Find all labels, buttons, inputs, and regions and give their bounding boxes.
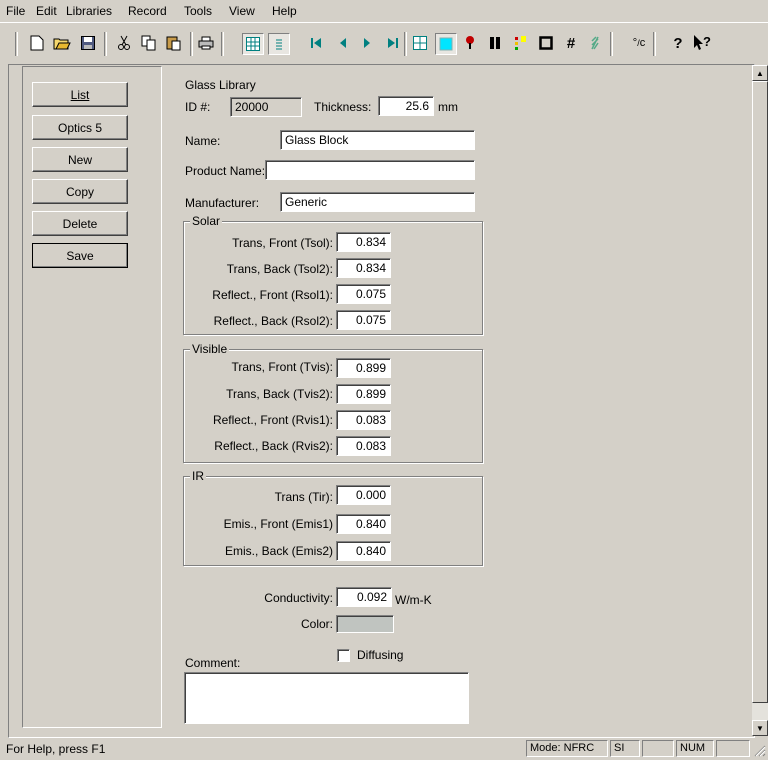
new-icon[interactable] [27, 33, 47, 53]
open-icon[interactable] [52, 33, 72, 53]
id-label: ID #: [185, 100, 211, 114]
conductivity-input[interactable]: 0.092 [336, 587, 392, 607]
temperature-unit-icon[interactable]: ° / c [629, 33, 649, 53]
color-label: Color: [300, 617, 333, 631]
resize-grip-icon[interactable] [752, 743, 766, 757]
rsol1-input[interactable]: 0.075 [336, 284, 391, 304]
hash-icon[interactable]: # [561, 33, 581, 53]
emis1-input[interactable]: 0.840 [336, 514, 391, 534]
name-label: Name: [185, 134, 221, 148]
save-button[interactable]: Save [32, 243, 128, 268]
toolbar-grip [15, 32, 18, 56]
status-scrl [716, 740, 750, 757]
emis2-label: Emis., Back (Emis2) [224, 544, 333, 558]
menu-bar: File Edit Libraries Record Tools View He… [0, 0, 768, 22]
tvis2-label: Trans, Back (Tvis2): [226, 387, 333, 401]
hatch-icon[interactable] [585, 33, 605, 53]
scroll-up-button[interactable]: ▲ [752, 65, 768, 81]
rsol2-label: Reflect., Back (Rsol2): [213, 314, 333, 328]
status-units: SI [610, 740, 640, 757]
emis1-label: Emis., Front (Emis1) [223, 517, 333, 531]
tir-label: Trans (Tir): [274, 490, 333, 504]
svg-text:?: ? [703, 34, 711, 49]
manufacturer-label: Manufacturer: [185, 196, 260, 210]
tvis-input[interactable]: 0.899 [336, 358, 391, 378]
first-record-icon[interactable] [306, 33, 326, 53]
thermal-icon[interactable] [460, 33, 480, 53]
emis2-input[interactable]: 0.840 [336, 541, 391, 561]
context-help-icon[interactable]: ? [692, 33, 712, 53]
ir-group-title: IR [190, 469, 206, 483]
thickness-input[interactable]: 25.6 [378, 96, 434, 116]
frame-icon[interactable] [485, 33, 505, 53]
toolbar: # ° / c ? ? [0, 22, 768, 63]
manufacturer-input[interactable]: Generic [280, 192, 475, 212]
conductivity-unit: W/m-K [395, 593, 432, 607]
product-name-input[interactable] [265, 160, 475, 180]
menu-edit[interactable]: Edit [36, 4, 57, 18]
thickness-unit: mm [438, 100, 458, 114]
diffusing-checkbox[interactable] [337, 649, 350, 662]
save-icon[interactable] [78, 33, 98, 53]
list-button[interactable]: List [32, 82, 128, 107]
list-view-icon[interactable] [268, 33, 290, 55]
visible-group-title: Visible [190, 342, 230, 356]
cut-icon[interactable] [114, 33, 134, 53]
rvis1-input[interactable]: 0.083 [336, 410, 391, 430]
status-help-text: For Help, press F1 [6, 742, 106, 756]
grid-view-icon[interactable] [242, 33, 264, 55]
rvis1-label: Reflect., Front (Rvis1): [212, 413, 333, 427]
next-record-icon[interactable] [357, 33, 377, 53]
box-icon[interactable] [536, 33, 556, 53]
thickness-label: Thickness: [314, 100, 372, 114]
tir-input[interactable]: 0.000 [336, 485, 391, 505]
tsol-label: Trans, Front (Tsol): [232, 236, 333, 250]
prev-record-icon[interactable] [333, 33, 353, 53]
menu-libraries[interactable]: Libraries [66, 4, 112, 18]
conductivity-label: Conductivity: [264, 591, 333, 605]
tsol2-label: Trans, Back (Tsol2): [226, 262, 333, 276]
grid-icon[interactable] [410, 33, 430, 53]
tsol-input[interactable]: 0.834 [336, 232, 391, 252]
rvis2-input[interactable]: 0.083 [336, 436, 391, 456]
glass-icon[interactable] [435, 33, 457, 55]
status-num: NUM [676, 740, 714, 757]
tsol2-input[interactable]: 0.834 [336, 258, 391, 278]
status-blank [642, 740, 674, 757]
product-name-label: Product Name: [185, 164, 266, 178]
optics-button[interactable]: Optics 5 [32, 115, 128, 140]
menu-file[interactable]: File [6, 4, 25, 18]
copy-button[interactable]: Copy [32, 179, 128, 204]
solar-group-title: Solar [190, 214, 223, 228]
menu-help[interactable]: Help [272, 4, 297, 18]
menu-tools[interactable]: Tools [184, 4, 212, 18]
help-icon[interactable]: ? [668, 33, 688, 53]
menu-record[interactable]: Record [128, 4, 167, 18]
status-bar: For Help, press F1 Mode: NFRC SI NUM [0, 738, 768, 759]
scroll-down-button[interactable]: ▼ [752, 720, 768, 736]
menu-view[interactable]: View [229, 4, 255, 18]
paste-icon[interactable] [164, 33, 184, 53]
name-input[interactable]: Glass Block [280, 130, 475, 150]
new-button[interactable]: New [32, 147, 128, 172]
id-field: 20000 [230, 97, 302, 117]
diffusing-label: Diffusing [357, 648, 404, 662]
rvis2-label: Reflect., Back (Rvis2): [214, 439, 333, 453]
color-swatch[interactable] [336, 615, 394, 633]
scroll-thumb[interactable] [752, 81, 768, 703]
last-record-icon[interactable] [383, 33, 403, 53]
tvis-label: Trans, Front (Tvis): [231, 360, 333, 374]
comment-textarea[interactable] [184, 672, 469, 724]
print-icon[interactable] [196, 33, 216, 53]
status-mode: Mode: NFRC [526, 740, 608, 757]
tvis2-input[interactable]: 0.899 [336, 384, 391, 404]
rsol1-label: Reflect., Front (Rsol1): [212, 288, 333, 302]
vertical-scrollbar[interactable]: ▲ ▼ [752, 65, 768, 736]
copy-icon[interactable] [139, 33, 159, 53]
delete-button[interactable]: Delete [32, 211, 128, 236]
rsol2-input[interactable]: 0.075 [336, 310, 391, 330]
comment-label: Comment: [185, 656, 241, 670]
form-title: Glass Library [185, 78, 256, 92]
divider-icon[interactable] [510, 33, 530, 53]
